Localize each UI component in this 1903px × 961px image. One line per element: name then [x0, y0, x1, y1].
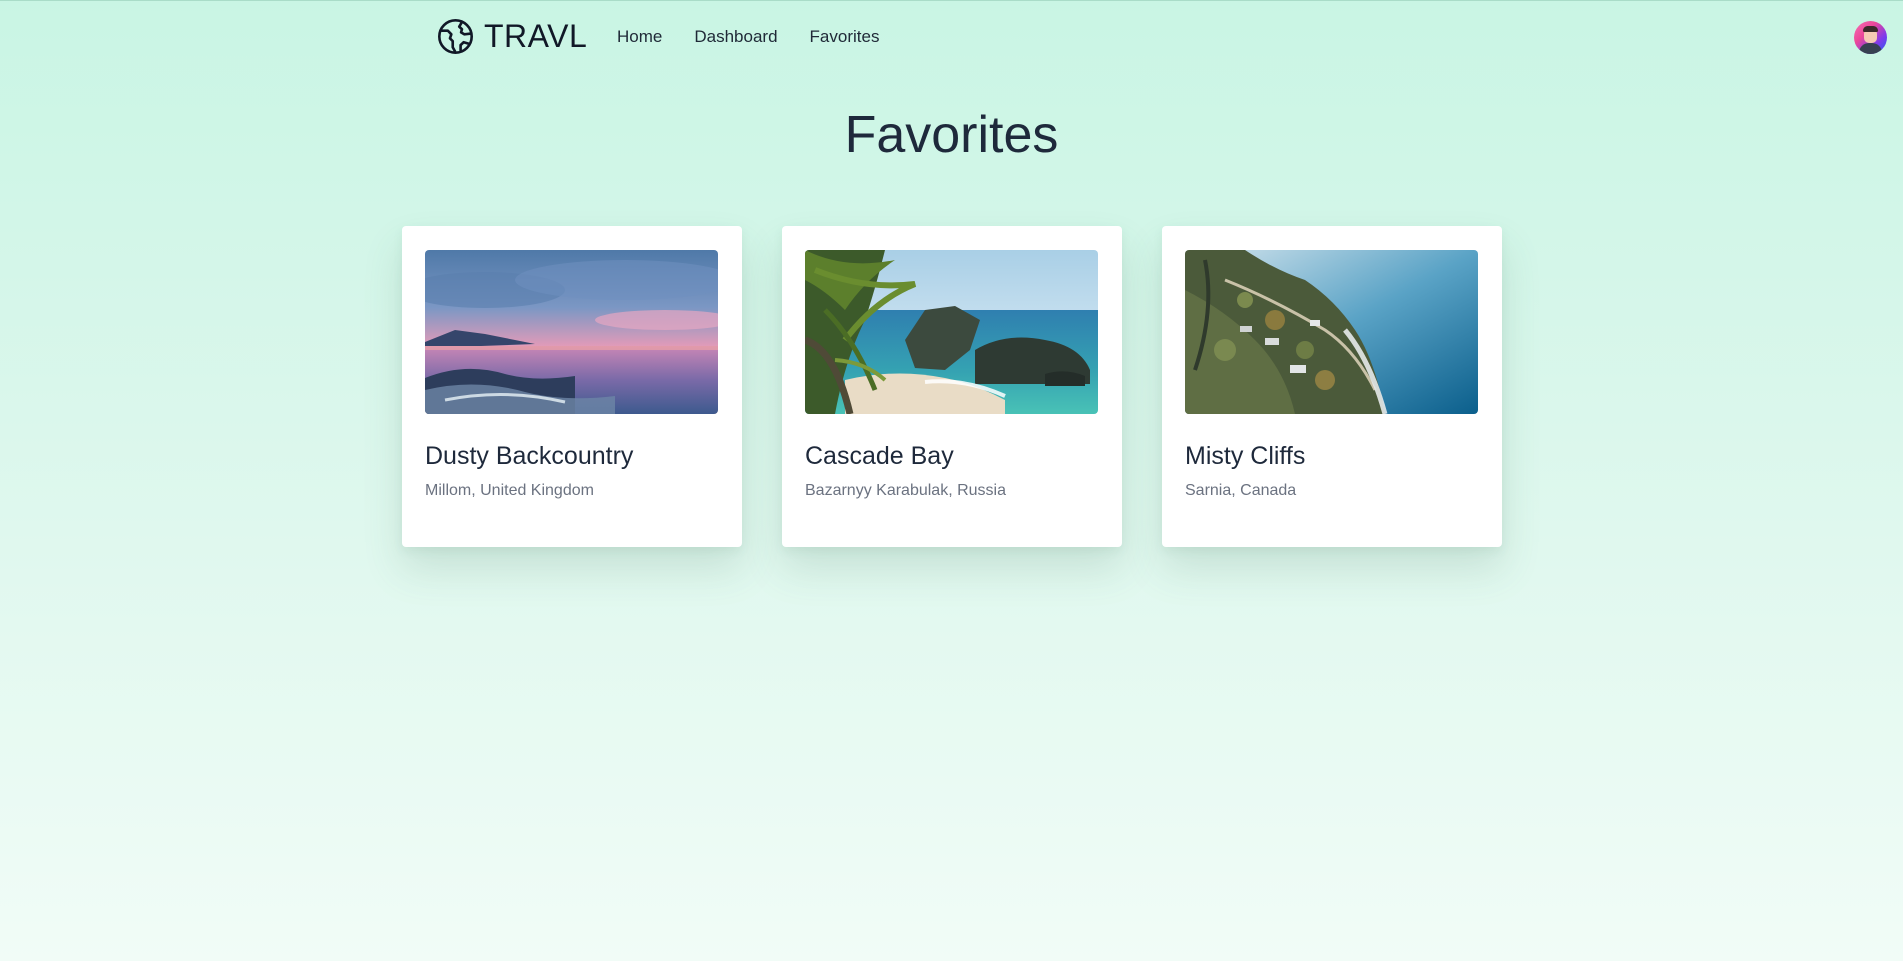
user-avatar[interactable] — [1854, 21, 1887, 54]
palm-cove-photo — [805, 250, 1098, 414]
favorite-card[interactable]: Dusty Backcountry Millom, United Kingdom — [402, 226, 742, 547]
avatar-body — [1859, 43, 1882, 54]
aerial-coast-photo — [1185, 250, 1478, 414]
card-title: Cascade Bay — [805, 442, 954, 470]
card-title: Dusty Backcountry — [425, 442, 634, 470]
card-title: Misty Cliffs — [1185, 442, 1306, 470]
brand-link[interactable]: TRAVL — [437, 18, 587, 55]
nav-link-dashboard[interactable]: Dashboard — [694, 26, 777, 48]
nav-link-home[interactable]: Home — [617, 26, 662, 48]
card-location: Bazarnyy Karabulak, Russia — [805, 482, 1006, 499]
nav-link-favorites[interactable]: Favorites — [810, 26, 880, 48]
sunset-beach-photo — [425, 250, 718, 414]
favorite-card[interactable]: Misty Cliffs Sarnia, Canada — [1162, 226, 1502, 547]
card-location: Millom, United Kingdom — [425, 482, 594, 499]
navbar: TRAVL Home Dashboard Favorites — [0, 0, 1903, 74]
page-title: Favorites — [844, 106, 1059, 164]
favorite-card[interactable]: Cascade Bay Bazarnyy Karabulak, Russia — [782, 226, 1122, 547]
nav-links: Home Dashboard Favorites — [617, 26, 879, 48]
avatar-hair — [1863, 26, 1878, 32]
brand-name: TRAVL — [484, 18, 588, 54]
globe-icon — [438, 19, 473, 54]
card-location: Sarnia, Canada — [1185, 482, 1297, 499]
